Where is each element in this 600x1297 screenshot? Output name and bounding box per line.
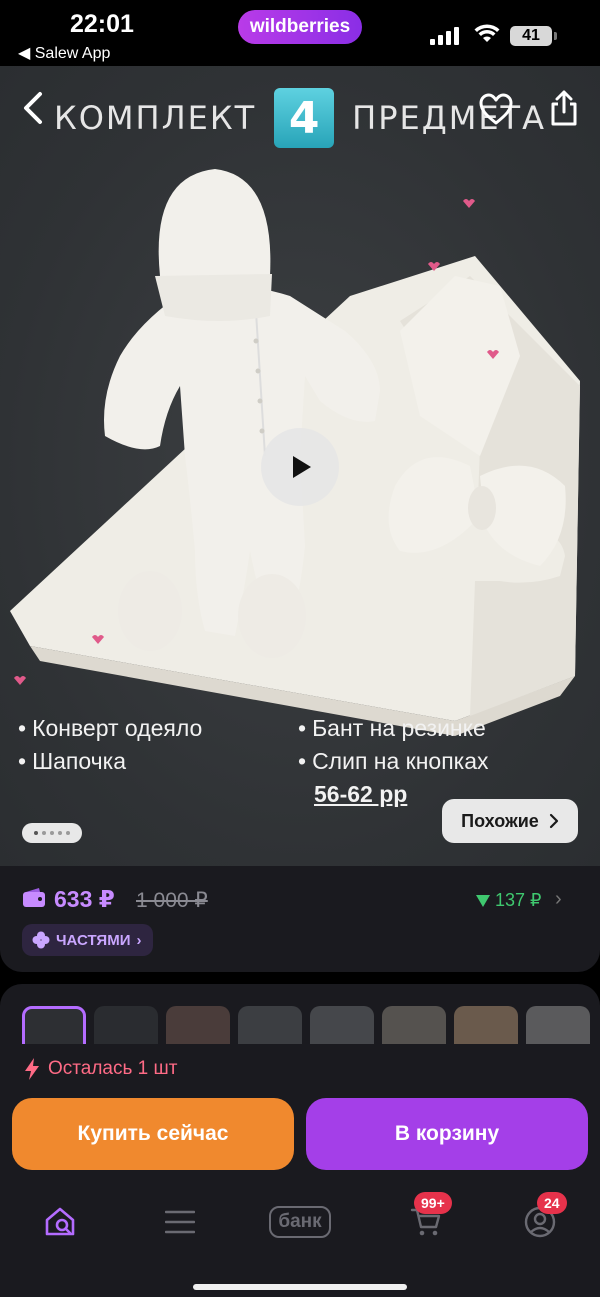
current-price: 633 ₽ [54, 886, 115, 912]
pagination-dot [34, 831, 38, 835]
installments-label: ЧАСТЯМИ [56, 931, 131, 949]
thumbnail[interactable] [166, 1006, 230, 1044]
battery-level: 41 [510, 26, 552, 46]
add-to-cart-button[interactable]: В корзину [306, 1098, 588, 1170]
heart-icon[interactable] [478, 92, 514, 126]
similar-label: Похожие [461, 810, 539, 831]
thumbnail[interactable] [310, 1006, 374, 1044]
home-indicator [193, 1284, 407, 1290]
stock-text: Осталась 1 шт [48, 1058, 178, 1079]
play-video-button[interactable] [261, 428, 339, 506]
installments-button[interactable]: ЧАСТЯМИ › [22, 924, 154, 956]
wifi-icon [474, 24, 500, 42]
pagination-dot [50, 831, 54, 835]
chevron-right-icon [549, 813, 558, 829]
old-price: 1 000 ₽ [136, 889, 208, 912]
status-bar: 22:01 ◀ Salew App wildberries 41 [0, 0, 600, 66]
status-time: 22:01 [70, 10, 134, 38]
features-left: Конверт одеяло Шапочка [18, 712, 202, 778]
features-right: Бант на резинке Слип на кнопках 56-62 рр [298, 712, 489, 811]
thumbnail[interactable] [454, 1006, 518, 1044]
title-left: КОМПЛЕКТ [54, 99, 257, 137]
pagination-dot [58, 831, 62, 835]
home-search-icon [45, 1207, 75, 1236]
stock-notice: Осталась 1 шт [24, 1058, 177, 1080]
price-difference[interactable]: 137 ₽ [476, 890, 542, 911]
thumbnail[interactable] [238, 1006, 302, 1044]
thumbnail-strip[interactable] [0, 984, 600, 1044]
tab-home[interactable] [30, 1192, 90, 1252]
pagination-dot [66, 831, 70, 835]
price-block: 633 ₽ 1 000 ₽ 137 ₽ › ЧАСТЯМИ › [0, 866, 600, 972]
share-icon[interactable] [548, 88, 580, 128]
battery-tip [554, 32, 557, 40]
pagination-dot [42, 831, 46, 835]
title-number: 4 [274, 88, 335, 148]
menu-icon [165, 1210, 195, 1234]
chevron-right-icon[interactable]: › [555, 888, 562, 911]
profile-badge: 24 [537, 1192, 567, 1214]
thumbnail[interactable] [526, 1006, 590, 1044]
product-gallery[interactable]: КОМПЛЕКТ 4 ПРЕДМЕТА • Конверт одеяло • Ш… [0, 66, 600, 866]
wildberries-logo: wildberries [238, 10, 362, 44]
feature-item: Конверт одеяло [18, 712, 202, 745]
feature-item: Слип на кнопках [298, 745, 488, 778]
cart-badge: 99+ [414, 1192, 452, 1214]
thumbnail[interactable] [382, 1006, 446, 1044]
price-delta-value: 137 ₽ [495, 890, 542, 910]
thumbnail[interactable] [94, 1006, 158, 1044]
bottom-tab-bar: банк 99+ 24 [0, 1192, 600, 1262]
thumbnail[interactable] [22, 1006, 86, 1044]
feature-item: Шапочка [18, 745, 202, 778]
buy-now-button[interactable]: Купить сейчас [12, 1098, 294, 1170]
purchase-panel: Осталась 1 шт Купить сейчас В корзину ба… [0, 1044, 600, 1297]
similar-products-button[interactable]: Похожие [442, 799, 578, 843]
wallet-icon [23, 888, 45, 907]
tab-catalog[interactable] [150, 1192, 210, 1252]
feature-item: Бант на резинке [298, 712, 489, 745]
play-icon [293, 456, 311, 478]
signal-icon [430, 27, 459, 45]
lightning-icon [25, 1058, 39, 1080]
bank-label: банк [278, 1211, 322, 1232]
title-right: ПРЕДМЕТА [352, 99, 546, 137]
bank-icon: банк [269, 1206, 331, 1238]
triangle-down-icon [476, 894, 490, 907]
gallery-pagination [22, 823, 82, 843]
chevron-right-icon: › [136, 931, 142, 949]
clover-icon [32, 931, 50, 949]
back-to-app-link[interactable]: ◀ Salew App [18, 43, 110, 63]
tab-bank[interactable]: банк [262, 1192, 338, 1252]
